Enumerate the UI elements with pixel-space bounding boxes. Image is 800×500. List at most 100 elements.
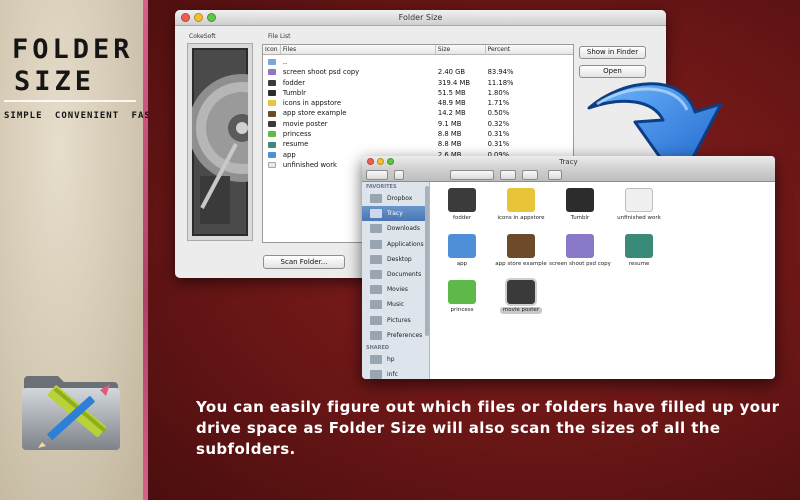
finder-minimize-button[interactable] xyxy=(377,158,384,165)
scan-folder-button[interactable]: Scan Folder... xyxy=(263,255,345,269)
table-row[interactable]: app store example 14.2 MB 0.50% xyxy=(263,108,573,118)
table-row[interactable]: Tumblr 51.5 MB 1.80% xyxy=(263,88,573,98)
parent-folder-icon xyxy=(267,59,276,66)
sidebar-item-preferences[interactable]: Preferences xyxy=(362,328,429,343)
penguin-folder-icon xyxy=(507,188,535,212)
table-row[interactable]: resume 8.8 MB 0.31% xyxy=(263,139,573,149)
finder-item-resume[interactable]: resume xyxy=(607,234,671,268)
file-percent: 0.31% xyxy=(487,130,510,139)
file-name: screen shoot psd copy xyxy=(282,68,360,77)
share-button[interactable] xyxy=(548,170,562,180)
table-row[interactable]: screen shoot psd copy 2.40 GB 83.94% xyxy=(263,67,573,77)
sidebar-item-infc[interactable]: infc xyxy=(362,367,429,379)
app-title-line-1: FOLDER xyxy=(12,34,134,65)
file-name: resume xyxy=(282,140,309,149)
action-gear-button[interactable] xyxy=(500,170,516,180)
file-size: 48.9 MB xyxy=(437,99,466,108)
arrange-button[interactable] xyxy=(522,170,538,180)
sidebar-item-hp[interactable]: hp xyxy=(362,352,429,367)
globe-folder-icon xyxy=(625,234,653,258)
table-row[interactable]: movie poster 9.1 MB 0.32% xyxy=(263,119,573,129)
view-mode-buttons[interactable] xyxy=(450,170,494,180)
sidebar-item-desktop[interactable]: Desktop xyxy=(362,252,429,267)
documents-icon xyxy=(370,270,382,280)
marketing-caption: You can easily figure out which files or… xyxy=(196,398,780,458)
sidebar-item-pictures[interactable]: Pictures xyxy=(362,313,429,328)
table-row[interactable]: fodder 319.4 MB 11.18% xyxy=(263,78,573,88)
file-percent: 0.32% xyxy=(487,119,510,128)
favorites-header: FAVORITES xyxy=(366,184,397,190)
folder-icon xyxy=(267,120,276,127)
minimize-button[interactable] xyxy=(194,13,203,22)
table-row[interactable]: princess 8.8 MB 0.31% xyxy=(263,129,573,139)
file-name: movie poster xyxy=(282,119,328,128)
sidebar-item-dropbox[interactable]: Dropbox xyxy=(362,191,429,206)
finder-close-button[interactable] xyxy=(367,158,374,165)
sidebar-item-movies[interactable]: Movies xyxy=(362,282,429,297)
folder-icon xyxy=(267,69,276,76)
file-percent: 0.50% xyxy=(487,109,510,118)
safari-folder-icon xyxy=(448,234,476,258)
table-header: Icon Files Size Percent xyxy=(263,45,573,55)
sidebar-item-music[interactable]: Music xyxy=(362,297,429,312)
pictures-icon xyxy=(370,315,382,325)
branding-panel: FOLDER SIZE SIMPLE CONVENIENT FAST xyxy=(0,0,156,500)
file-percent xyxy=(486,57,573,67)
folder-icon xyxy=(267,79,276,86)
sidebar-item-downloads[interactable]: Downloads xyxy=(362,221,429,236)
title-underline xyxy=(4,100,136,102)
downloads-icon xyxy=(370,224,382,234)
finder-item-icons-in-appstore[interactable]: icons in appstore xyxy=(489,188,553,222)
desktop-icon xyxy=(370,254,382,264)
preview-panel xyxy=(187,43,253,241)
sidebar-item-documents[interactable]: Documents xyxy=(362,267,429,282)
back-forward-button[interactable] xyxy=(366,170,388,180)
toolbar-button[interactable] xyxy=(394,170,404,180)
table-row[interactable]: icons in appstore 48.9 MB 1.71% xyxy=(263,98,573,108)
finder-item-app[interactable]: app xyxy=(430,234,494,268)
finder-item-tumblr[interactable]: Tumblr xyxy=(548,188,612,222)
folder-icon xyxy=(267,110,276,117)
close-button[interactable] xyxy=(181,13,190,22)
column-header-icon[interactable]: Icon xyxy=(263,45,281,54)
boxes-folder-icon xyxy=(566,234,594,258)
folder-icon xyxy=(267,141,276,148)
finder-item-screen-shoot-psd-copy[interactable]: screen shoot psd copy xyxy=(548,234,612,268)
sidebar-item-applications[interactable]: Applications xyxy=(362,237,429,252)
finder-item-app-store-example[interactable]: app store example xyxy=(489,234,553,268)
file-percent: 11.18% xyxy=(487,78,514,87)
column-header-percent[interactable]: Percent xyxy=(486,45,573,54)
file-size: 8.8 MB xyxy=(437,130,462,139)
finder-title: Tracy xyxy=(559,158,578,166)
folder-ruler-pencil-icon xyxy=(22,376,120,450)
app-title-line-2: SIZE xyxy=(14,66,96,97)
green-folder-icon xyxy=(448,280,476,304)
file-size: 14.2 MB xyxy=(437,109,466,118)
table-row[interactable]: .. xyxy=(263,57,573,67)
finder-item-princess[interactable]: princess xyxy=(430,280,494,314)
file-name: Tumblr xyxy=(282,88,306,97)
clapper-folder-icon xyxy=(505,278,537,306)
column-header-files[interactable]: Files xyxy=(281,45,436,54)
fodder-folder-icon xyxy=(448,188,476,212)
sidebar-item-tracy[interactable]: Tracy xyxy=(362,206,429,222)
finder-item-movie-poster[interactable]: movie poster xyxy=(489,278,553,314)
file-percent: 83.94% xyxy=(487,68,514,77)
folder-icon xyxy=(267,151,276,158)
column-header-size[interactable]: Size xyxy=(436,45,486,54)
file-percent: 1.71% xyxy=(487,99,510,108)
finder-item-fodder[interactable]: fodder xyxy=(430,188,494,222)
camera-folder-icon xyxy=(566,188,594,212)
finder-item-unfinished-work[interactable]: unfinished work xyxy=(607,188,671,222)
sidebar-scrollbar[interactable] xyxy=(425,186,429,336)
file-size: 9.1 MB xyxy=(437,119,462,128)
zoom-button[interactable] xyxy=(207,13,216,22)
finder-window: Tracy FAVORITES Dropbox Tracy Downloads … xyxy=(362,156,775,379)
file-size: 51.5 MB xyxy=(437,88,466,97)
finder-zoom-button[interactable] xyxy=(387,158,394,165)
file-percent: 1.80% xyxy=(487,88,510,97)
computer-icon xyxy=(370,354,382,364)
file-size: 8.8 MB xyxy=(437,140,462,149)
finder-toolbar xyxy=(362,168,775,182)
show-in-finder-button[interactable]: Show in Finder xyxy=(579,46,646,59)
